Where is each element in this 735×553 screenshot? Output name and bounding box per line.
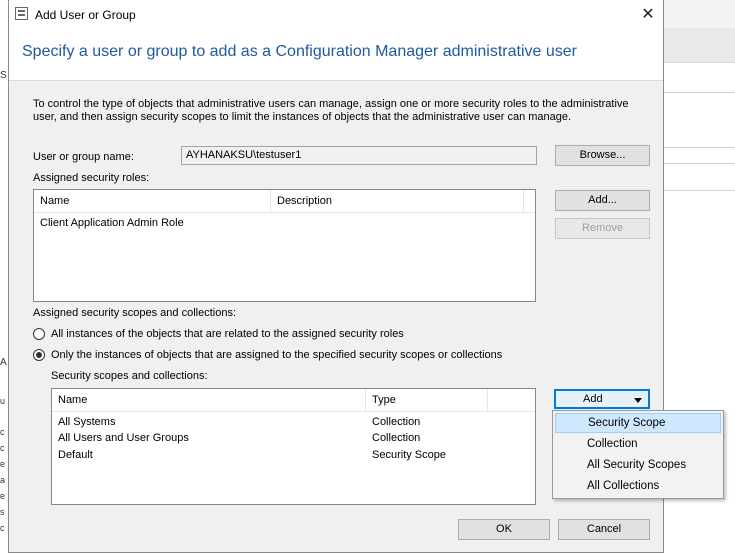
scope-type: Security Scope <box>372 449 446 461</box>
close-icon[interactable]: ✕ <box>635 4 661 26</box>
window-icon <box>15 7 28 20</box>
background-text: e <box>0 491 6 501</box>
background-text: s <box>0 507 5 517</box>
background-text: u <box>0 396 6 406</box>
scope-type: Collection <box>372 432 421 444</box>
role-name: Client Application Admin Role <box>40 217 184 229</box>
background-text: a <box>0 475 6 485</box>
column-header-type[interactable]: Type <box>366 389 488 411</box>
scope-type: Collection <box>372 416 421 428</box>
background-grid-line <box>664 147 735 148</box>
radio-all-instances-label[interactable]: All instances of the objects that are re… <box>51 328 404 340</box>
scopes-list-header: Name Type <box>52 389 535 412</box>
remove-role-button[interactable]: Remove <box>555 218 650 239</box>
scopes-list[interactable]: Name Type All Systems Collection All Use… <box>51 388 536 505</box>
scope-name: All Systems <box>58 416 116 428</box>
table-row[interactable]: All Systems Collection <box>52 414 535 430</box>
background-text: S <box>0 70 7 81</box>
table-row[interactable]: Default Security Scope <box>52 447 535 463</box>
user-name-field[interactable]: AYHANAKSU\testuser1 <box>181 146 537 165</box>
background-text: c <box>0 443 5 453</box>
intro-text: To control the type of objects that admi… <box>33 98 629 123</box>
roles-list[interactable]: Name Description Client Application Admi… <box>33 189 536 302</box>
table-row[interactable]: All Users and User Groups Collection <box>52 430 535 446</box>
background-text: e <box>0 459 6 469</box>
menu-item-all-collections[interactable]: All Collections <box>555 476 721 496</box>
column-header-description[interactable]: Description <box>271 190 524 212</box>
roles-list-header: Name Description <box>34 190 535 213</box>
title-bar[interactable]: Add User or Group ✕ <box>9 0 663 30</box>
column-header-name[interactable]: Name <box>52 389 366 411</box>
menu-item-collection[interactable]: Collection <box>555 434 721 454</box>
roles-label: Assigned security roles: <box>33 172 150 184</box>
radio-only-instances[interactable] <box>33 349 45 361</box>
scopes-label: Assigned security scopes and collections… <box>33 307 236 319</box>
window-title: Add User or Group <box>35 8 136 22</box>
radio-all-instances[interactable] <box>33 328 45 340</box>
page-title: Specify a user or group to add as a Conf… <box>22 43 577 60</box>
cancel-button[interactable]: Cancel <box>558 519 650 540</box>
radio-only-instances-label[interactable]: Only the instances of objects that are a… <box>51 349 502 361</box>
background-grid-line <box>664 92 735 93</box>
ok-button[interactable]: OK <box>458 519 550 540</box>
menu-item-all-security-scopes[interactable]: All Security Scopes <box>555 455 721 475</box>
background-text: c <box>0 523 5 533</box>
background-ribbon <box>664 28 735 62</box>
add-dropdown-menu: Security Scope Collection All Security S… <box>552 410 724 499</box>
column-header-name[interactable]: Name <box>34 190 271 212</box>
menu-item-security-scope[interactable]: Security Scope <box>555 413 721 433</box>
scopes-list-label: Security scopes and collections: <box>51 370 208 382</box>
background-grid-line <box>664 190 735 191</box>
background-grid-line <box>664 163 735 164</box>
background-text: c <box>0 427 5 437</box>
header-band: Specify a user or group to add as a Conf… <box>9 30 663 81</box>
background-text: A <box>0 357 7 368</box>
browse-button[interactable]: Browse... <box>555 145 650 166</box>
scope-name: All Users and User Groups <box>58 432 189 444</box>
chevron-down-icon <box>634 398 642 403</box>
add-scope-dropdown-button[interactable]: Add <box>554 389 650 409</box>
add-role-button[interactable]: Add... <box>555 190 650 211</box>
table-row[interactable]: Client Application Admin Role <box>34 215 535 231</box>
scope-name: Default <box>58 449 93 461</box>
user-name-label: User or group name: <box>33 151 134 163</box>
add-scope-label: Add <box>583 393 603 405</box>
